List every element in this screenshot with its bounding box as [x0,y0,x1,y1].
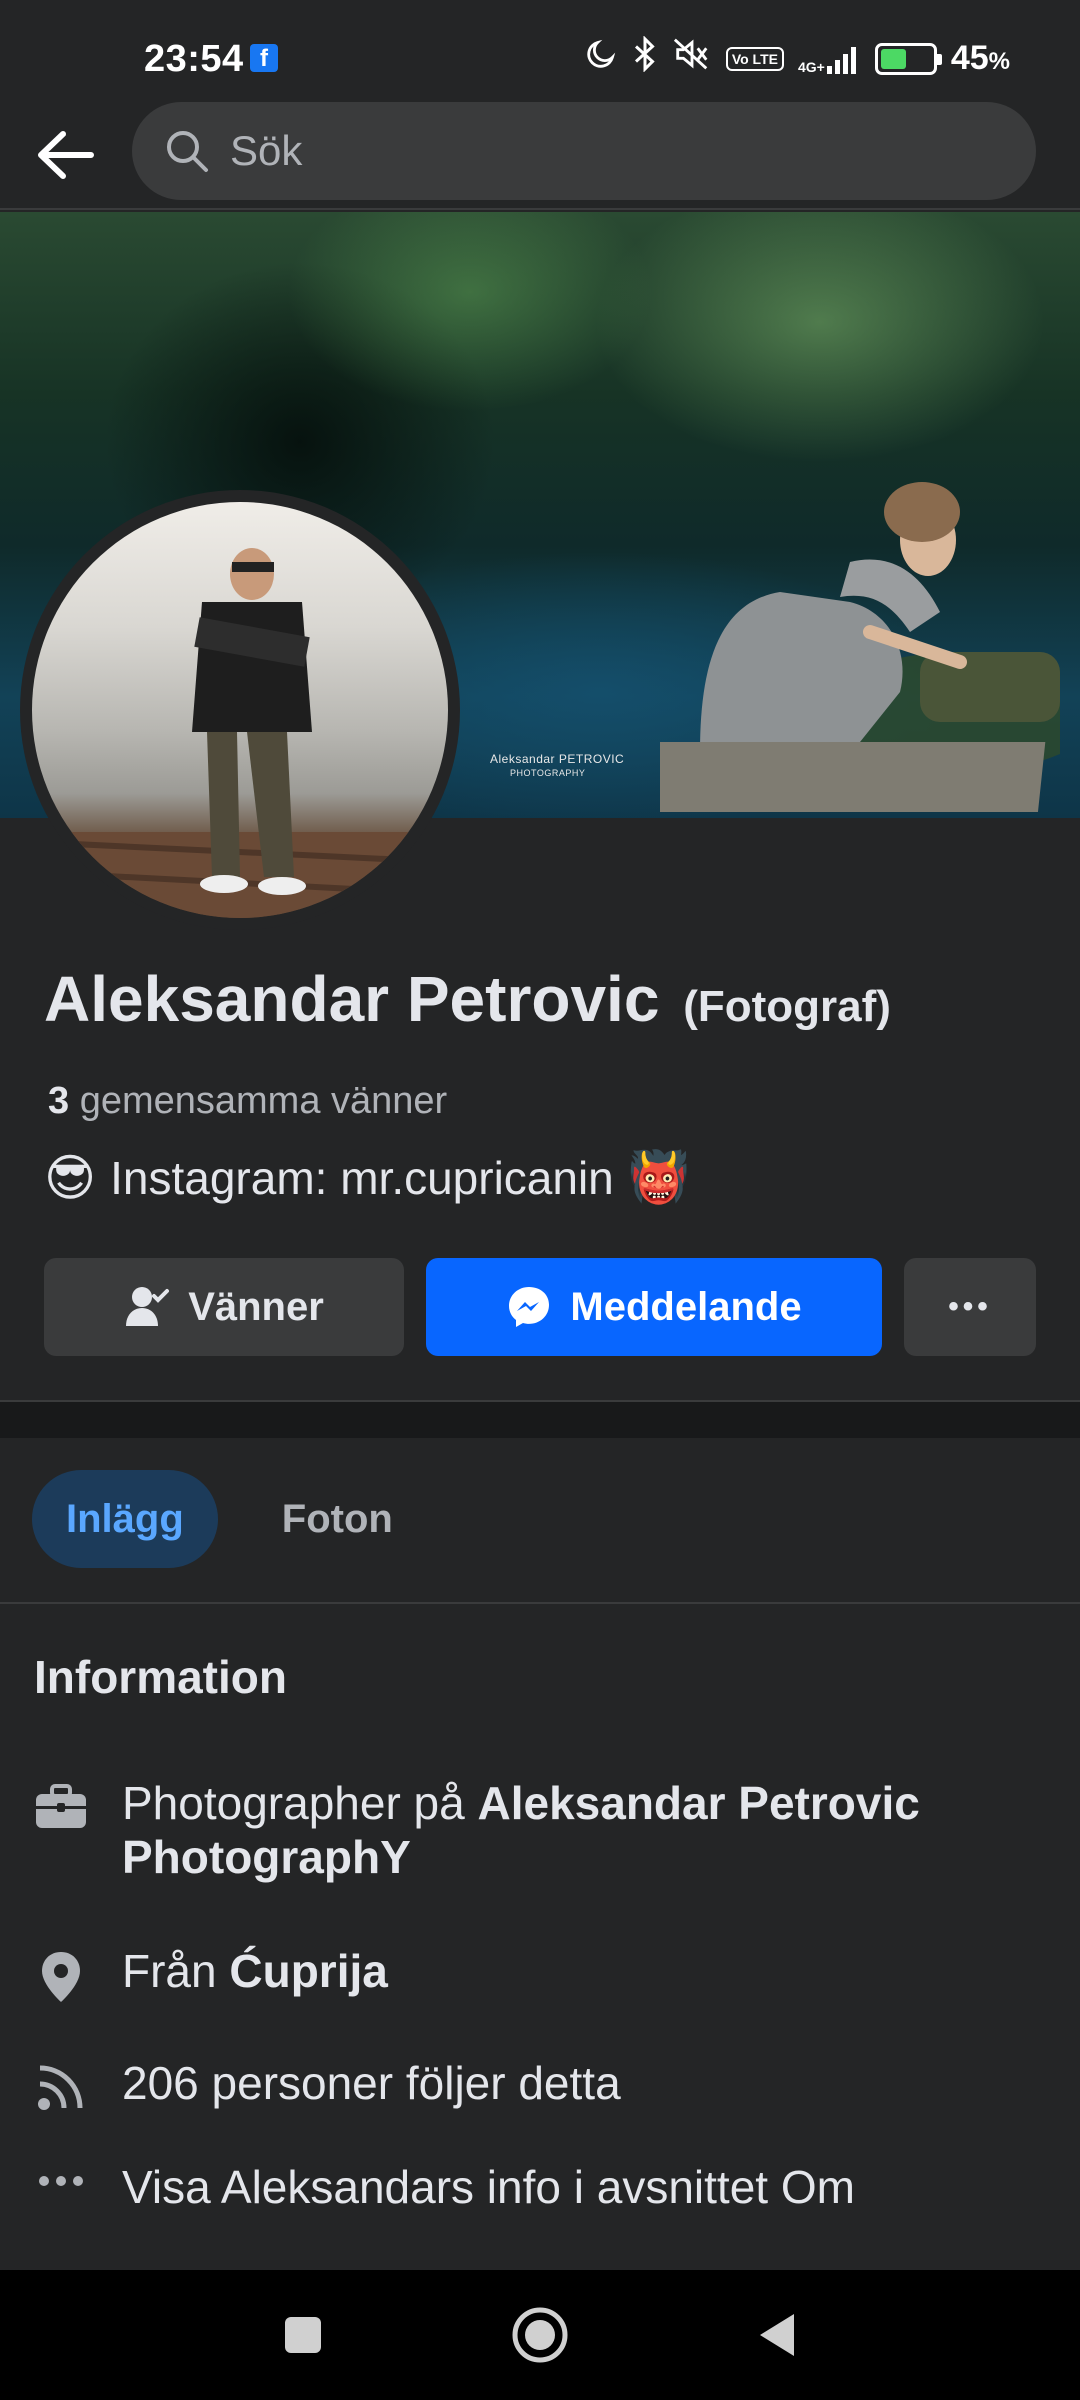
tabs-divider [0,1602,1080,1604]
info-hometown: Från Ćuprija [34,1944,1042,2004]
volte-icon: Vo LTE [725,46,784,71]
mutual-friends[interactable]: 3 gemensamma vänner [48,1080,447,1123]
mutual-count: 3 [48,1080,70,1122]
messenger-icon [509,1287,550,1327]
profile-category: (Fotograf) [683,982,891,1031]
search-input[interactable] [230,127,930,175]
recents-button[interactable] [258,2290,348,2380]
avatar-image [32,502,448,918]
status-time: 23:54 [144,38,244,80]
home-button[interactable] [495,2290,585,2380]
signal-icon: 4G+ [798,44,861,74]
cover-watermark: Aleksandar PETROVIC PHOTOGRAPHY [490,752,624,778]
ogre-emoji-icon: 👹 [627,1148,691,1206]
search-icon [167,131,208,172]
battery-level-fill [880,48,907,69]
square-icon [285,2317,321,2353]
status-bar: 23:54 f Vo LTE 4G+ 45% [0,0,1080,100]
watermark-name: Aleksandar PETROVIC [490,752,625,766]
triangle-back-icon [760,2314,794,2356]
bluetooth-icon [632,35,658,81]
more-options-button[interactable]: ••• [904,1258,1036,1356]
info-work-text: Photographer på Aleksandar Petrovic Phot… [122,1776,1042,1884]
battery-unit: % [988,48,1010,75]
profile-actions: Vänner Meddelande ••• [44,1258,1036,1356]
friend-check-icon [126,1287,170,1326]
tab-posts[interactable]: Inlägg [32,1470,218,1568]
avatar-person-image [32,548,448,918]
cover-figure-image [660,482,1060,812]
profile-name-text: Aleksandar Petrovic [44,963,660,1035]
profile-tabs: Inlägg Foton [32,1470,427,1568]
friends-label: Vänner [188,1284,324,1329]
message-button[interactable]: Meddelande [426,1258,882,1356]
friends-button[interactable]: Vänner [44,1258,404,1356]
status-icons: Vo LTE 4G+ 45% [584,35,1010,81]
from-prefix: Från [122,1945,230,1997]
info-work: Photographer på Aleksandar Petrovic Phot… [34,1776,1042,1884]
back-button[interactable] [30,120,100,190]
see-more-text: Visa Aleksandars info i avsnittet Om [122,2161,855,2213]
info-section-title: Information [34,1651,287,1703]
more-horizontal-icon [34,2166,88,2196]
info-followers[interactable]: 206 personer följer detta [34,2056,1042,2112]
followers-text: 206 personer följer detta [122,2057,621,2109]
bio-text: Instagram: mr.cupricanin [110,1151,614,1204]
system-navigation-bar [0,2270,1080,2400]
network-type: 4G+ [797,58,825,75]
section-divider [0,1400,1080,1438]
location-pin-icon [34,1950,88,2004]
profile-picture[interactable] [20,490,460,930]
info-see-more[interactable]: Visa Aleksandars info i avsnittet Om [34,2160,1042,2214]
info-hometown-text: Från Ćuprija [122,1944,1042,1998]
work-prefix: Photographer på [122,1777,478,1829]
facebook-notification-icon: f [250,44,278,72]
moon-icon [584,37,618,80]
profile-bio: 😎 Instagram: mr.cupricanin 👹 [44,1148,690,1207]
mute-icon [672,36,712,81]
briefcase-icon [34,1782,88,1832]
tab-photos[interactable]: Foton [248,1470,427,1568]
message-label: Meddelande [570,1284,802,1329]
arrow-left-icon [38,131,94,179]
watermark-sub: PHOTOGRAPHY [510,768,586,778]
battery-charging-icon [874,42,942,75]
profile-name: Aleksandar Petrovic (Fotograf) [44,962,891,1036]
hometown-link[interactable]: Ćuprija [229,1945,387,1997]
mutual-label: gemensamma vänner [79,1080,448,1122]
battery-percent: 45 [950,39,989,77]
search-bar[interactable] [132,102,1036,200]
top-app-bar [0,100,1080,210]
sunglasses-emoji-icon: 😎 [44,1148,97,1207]
rss-followers-icon [34,2062,88,2112]
back-nav-button[interactable] [732,2290,822,2380]
circle-home-icon [512,2307,568,2363]
more-dots-icon: ••• [948,1290,992,1323]
